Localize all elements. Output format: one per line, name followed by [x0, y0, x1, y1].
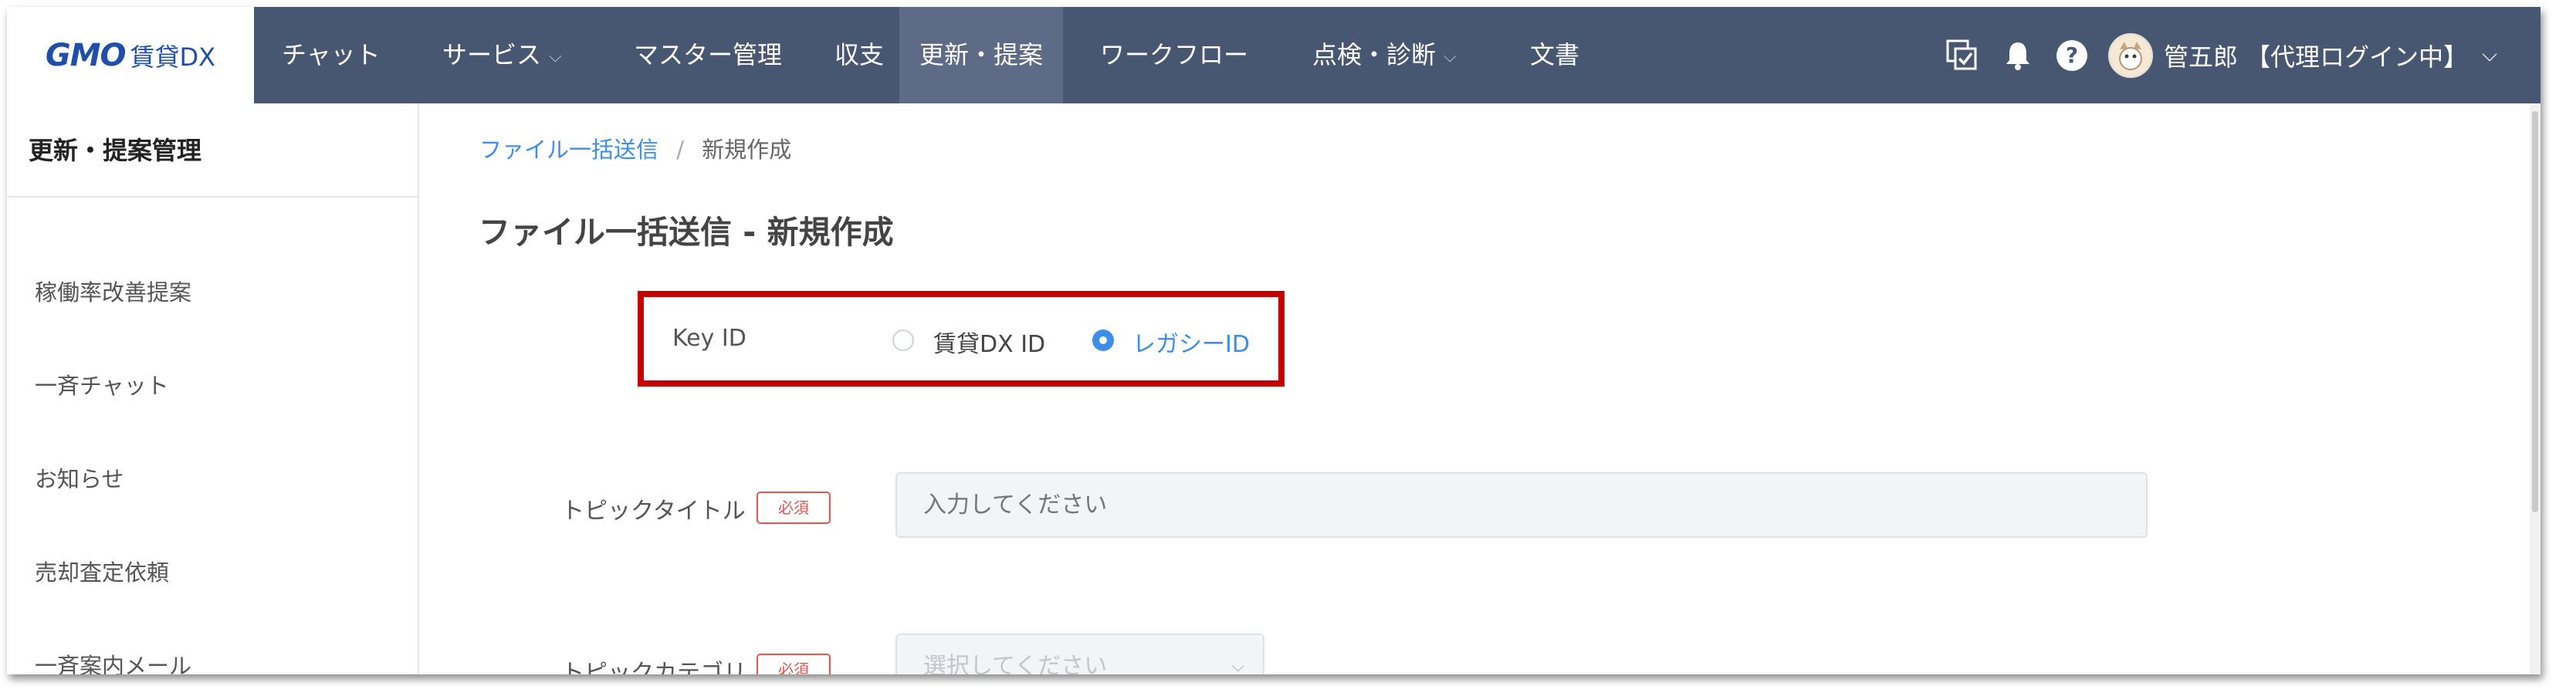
topic-title-label: トピックタイトル — [561, 498, 746, 525]
tasks-check-icon[interactable] — [1945, 38, 1980, 73]
vertical-scrollbar[interactable] — [2530, 103, 2540, 674]
user-name[interactable]: 管五郎 【代理ログイン中】 — [2164, 38, 2468, 73]
avatar[interactable] — [2108, 32, 2153, 78]
breadcrumb-current: 新規作成 — [702, 137, 792, 163]
nav-item-services[interactable]: サービス ⌵ — [422, 7, 582, 103]
sidebar-item-notices[interactable]: お知らせ — [35, 461, 124, 494]
nav-item-label: 文書 — [1530, 40, 1580, 69]
topic-title-input[interactable] — [895, 472, 2148, 538]
nav-item-label: 収支 — [834, 40, 885, 69]
help-icon[interactable]: ? — [2054, 38, 2090, 73]
radio-legacy-id-label[interactable]: レガシーID — [1132, 325, 1250, 359]
app-window: GMO 賃貸DX チャット サービス ⌵ マスター管理 収支 更新・提案 ワークフ… — [7, 7, 2540, 674]
sidebar-item-sale-assessment[interactable]: 売却査定依頼 — [35, 555, 169, 587]
nav-item-label: マスター管理 — [634, 40, 783, 69]
chevron-down-icon: ⌵ — [1231, 657, 1244, 674]
sidebar-item-bulk-mail[interactable]: 一斉案内メール — [35, 648, 191, 674]
radio-chintai-dx-id-label[interactable]: 賃貸DX ID — [933, 325, 1045, 359]
topic-category-label: トピックカテゴリ — [561, 660, 746, 674]
breadcrumb-parent-link[interactable]: ファイル一括送信 — [479, 137, 658, 163]
chevron-down-icon[interactable]: ⌵ — [2482, 43, 2497, 67]
sidebar-item-occupancy-proposal[interactable]: 稼働率改善提案 — [35, 275, 191, 307]
sidebar: 更新・提案管理 稼働率改善提案 一斉チャット お知らせ 売却査定依頼 一斉案内メ… — [7, 103, 419, 674]
topic-category-select[interactable]: 選択してください ⌵ — [895, 633, 1264, 674]
nav-item-balance[interactable]: 収支 — [814, 7, 904, 103]
breadcrumb: ファイル一括送信 / 新規作成 — [479, 132, 791, 164]
nav-item-documents[interactable]: 文書 — [1510, 7, 1599, 103]
breadcrumb-separator: / — [676, 137, 685, 163]
radio-chintai-dx-id[interactable] — [892, 329, 914, 351]
nav-right-tools: ? 管五郎 【代理ログイン中】 ⌵ — [1945, 7, 2497, 103]
bell-icon[interactable] — [2000, 38, 2036, 73]
logo-gmo: GMO — [45, 37, 127, 73]
required-badge: 必須 — [757, 654, 831, 674]
sidebar-divider — [7, 196, 418, 198]
chevron-down-icon: ⌵ — [549, 46, 562, 66]
nav-item-inspection[interactable]: 点検・診断 ⌵ — [1292, 7, 1477, 103]
sidebar-item-bulk-chat[interactable]: 一斉チャット — [35, 368, 169, 400]
nav-item-label: 更新・提案 — [919, 40, 1044, 69]
logo-sub: 賃貸DX — [130, 42, 216, 72]
nav-item-label: ワークフロー — [1100, 40, 1249, 69]
nav-item-workflow[interactable]: ワークフロー — [1080, 7, 1268, 103]
topic-category-placeholder: 選択してください — [923, 653, 1108, 674]
nav-item-chat[interactable]: チャット — [262, 7, 401, 103]
page-title: ファイル一括送信 - 新規作成 — [479, 214, 894, 251]
scrollbar-thumb[interactable] — [2532, 111, 2538, 512]
nav-item-label: チャット — [282, 40, 381, 69]
chevron-down-icon: ⌵ — [1444, 46, 1457, 66]
sidebar-title: 更新・提案管理 — [29, 136, 202, 165]
nav-item-label: サービス — [442, 40, 542, 69]
radio-legacy-id[interactable] — [1092, 329, 1114, 351]
nav-item-label: 点検・診断 — [1312, 40, 1437, 69]
top-navigation-bar: GMO 賃貸DX チャット サービス ⌵ マスター管理 収支 更新・提案 ワークフ… — [7, 7, 2540, 103]
key-id-label: Key ID — [672, 325, 746, 352]
nav-item-renewal-proposal[interactable]: 更新・提案 — [899, 7, 1063, 103]
nav-item-master[interactable]: マスター管理 — [614, 7, 802, 103]
required-badge: 必須 — [757, 492, 831, 524]
brand-logo[interactable]: GMO 賃貸DX — [7, 7, 254, 103]
help-symbol: ? — [2056, 39, 2087, 71]
